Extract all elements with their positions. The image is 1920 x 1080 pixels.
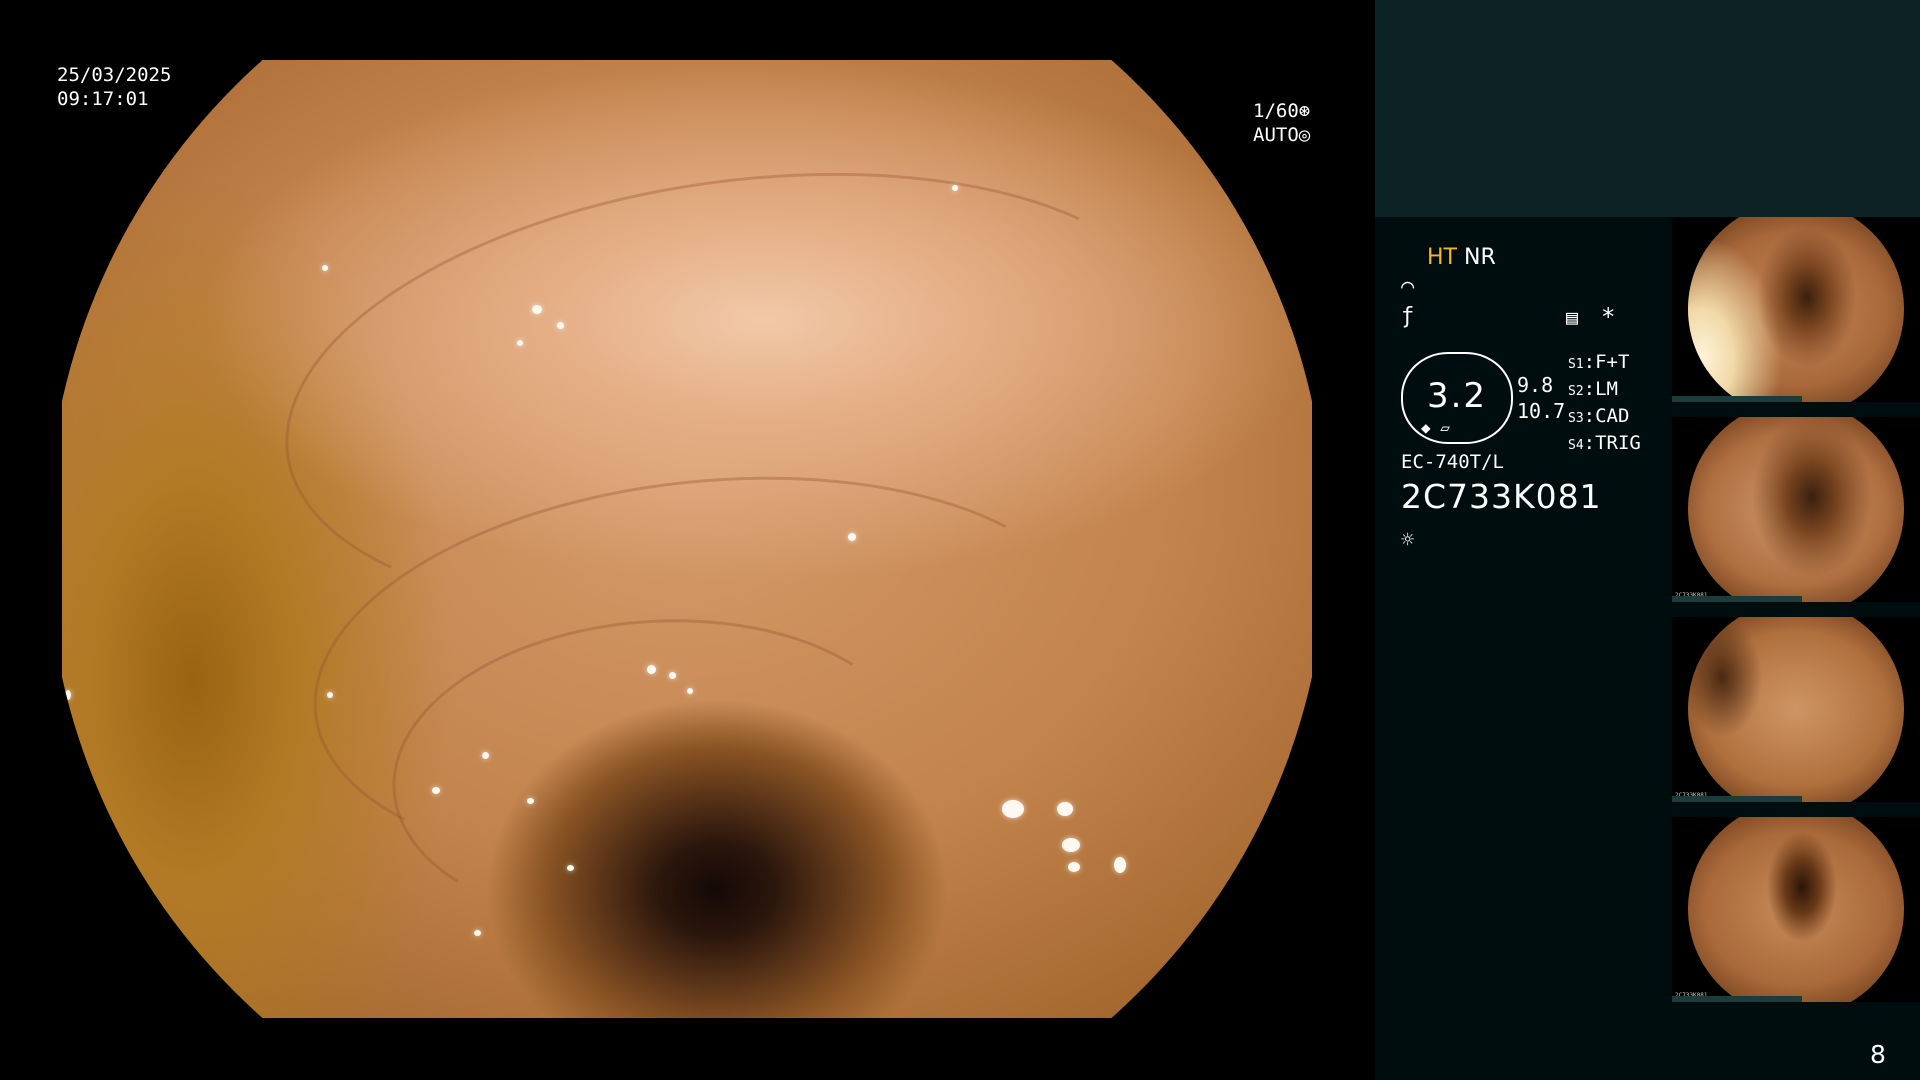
light-reflection [669,672,676,679]
gauge-value: 3.2 [1426,376,1488,416]
page-number: 8 [1870,1040,1886,1069]
light-reflection [1114,857,1126,873]
thumbnail-image [1688,817,1904,1002]
scope-model: EC-740T/L [1401,451,1504,473]
switch-value: TRIG [1595,432,1641,454]
light-reflection [1062,838,1080,852]
capture-thumbnail[interactable]: 2C733K081 [1672,817,1920,1002]
thumbnail-image [1688,617,1904,802]
switch-key: S1 [1568,357,1584,372]
capture-thumbnail[interactable]: 2C733K081 [1672,617,1920,802]
light-reflection [848,533,856,541]
mode-text: NR [1463,245,1496,270]
light-reflection [482,752,489,759]
light-reflection [527,798,534,804]
light-reflection [1068,862,1080,872]
scope-serial: 2C733K081 [1401,477,1602,516]
switch-settings: S1:F+T S2:LM S3:CAD S4:TRIG [1568,351,1641,454]
thumbnail-bar [1672,796,1802,802]
gauge-side-values: 9.8 10.7 [1517,372,1565,424]
aperture-icon: ⊛ [1298,100,1311,122]
endoscope-live-view [62,60,1312,1018]
thumbnail-image [1688,217,1904,402]
panel-header [1375,0,1920,217]
capture-thumbnail[interactable] [1672,217,1920,402]
light-reflection [532,305,542,314]
thumbnail-bar [1672,996,1802,1002]
light-reflection [322,265,328,271]
switch-key: S2 [1568,384,1584,399]
switch-key: S3 [1568,411,1584,426]
light-reflection [567,865,574,871]
light-reflection [557,322,564,329]
side-value: 10.7 [1517,399,1566,423]
date-text: 25/03/2025 [57,64,172,86]
switch-key: S4 [1568,438,1584,453]
f-icon: ƒ [1401,304,1415,329]
exposure-mode: AUTO [1253,124,1299,146]
switch-value: F+T [1595,351,1630,373]
light-reflection [687,688,693,694]
iris-icon: ◎ [1298,124,1311,146]
processing-mode: HT NR [1427,246,1496,270]
light-reflection [647,665,656,674]
light-reflection [65,690,71,700]
switch-value: CAD [1595,405,1630,427]
mode-highlight: HT [1427,245,1457,270]
exposure-readout: 1/60⊛ AUTO◎ [1253,99,1310,147]
side-value: 9.8 [1517,373,1554,397]
light-reflection [1057,802,1073,816]
light-reflection [327,692,333,698]
enhance-icon: ⌒ [1401,274,1415,299]
star-icon: * [1601,303,1616,331]
thumbnail-bar [1672,596,1802,602]
switch-value: LM [1595,378,1618,400]
thumbnail-image [1688,417,1904,602]
light-reflection [474,930,481,936]
light-reflection [952,185,958,191]
light-source-icon: ☼ [1401,528,1415,553]
thumbnail-bar [1672,396,1802,402]
date-time-readout: 25/03/2025 09:17:01 [57,63,171,111]
light-reflection [517,340,523,346]
shutter-speed: 1/60 [1253,100,1299,122]
gauge-icons: ◆ ▱ [1421,418,1450,437]
light-reflection [1002,800,1024,818]
record-icon: ▤ [1566,305,1579,329]
light-reflection [432,787,440,794]
time-text: 09:17:01 [57,88,149,110]
zoom-gauge: 3.2 ◆ ▱ [1401,352,1513,444]
capture-thumbnail[interactable]: 2C733K081 [1672,417,1920,602]
